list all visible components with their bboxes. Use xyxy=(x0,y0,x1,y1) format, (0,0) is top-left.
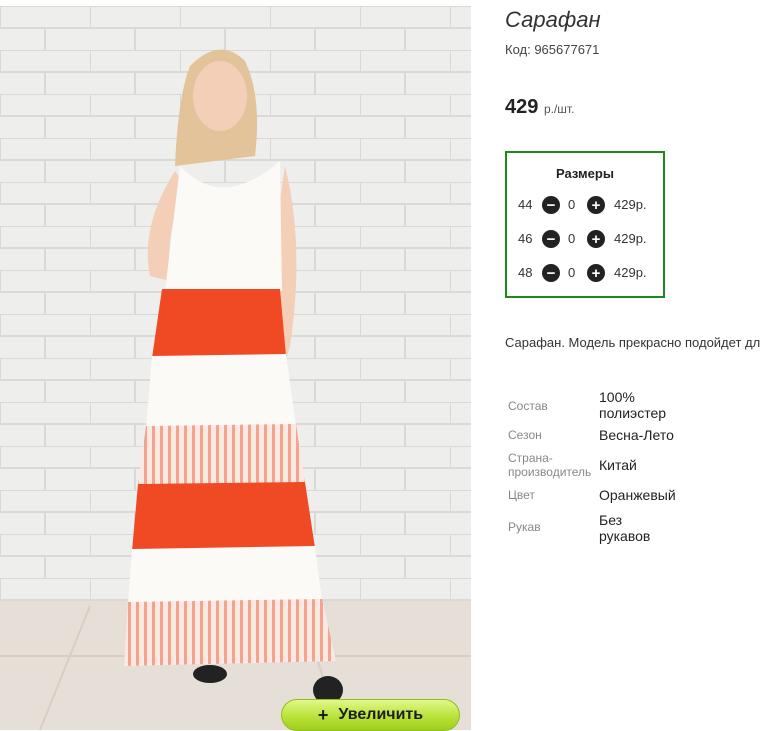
property-label: Состав xyxy=(508,399,548,413)
property-label: Страна-производитель xyxy=(508,451,592,479)
product-photo[interactable] xyxy=(0,6,471,730)
minus-icon[interactable]: − xyxy=(542,264,560,282)
property-value: Весна-Лето xyxy=(599,427,674,443)
product-price: 429 р./шт. xyxy=(505,96,574,119)
plus-icon[interactable]: + xyxy=(587,230,605,248)
property-value: Китай xyxy=(599,457,637,473)
plus-icon: + xyxy=(317,704,329,725)
property-value: 100% полиэстер xyxy=(599,389,667,421)
minus-icon[interactable]: − xyxy=(542,230,560,248)
zoom-button[interactable]: + Увеличить xyxy=(281,699,460,731)
property-label: Рукав xyxy=(508,520,541,534)
size-row: 46 − 0 + 429р. xyxy=(507,229,663,249)
size-price: 429р. xyxy=(614,197,647,212)
model-photo-image xyxy=(0,6,471,730)
quantity-value: 0 xyxy=(568,197,576,212)
product-title: Сарафан xyxy=(505,7,601,32)
minus-icon[interactable]: − xyxy=(542,196,560,214)
property-label: Цвет xyxy=(508,488,535,502)
size-row: 44 − 0 + 429р. xyxy=(507,195,663,215)
size-row: 48 − 0 + 429р. xyxy=(507,263,663,283)
price-value: 429 xyxy=(505,96,539,118)
sizes-title: Размеры xyxy=(556,166,614,181)
plus-icon[interactable]: + xyxy=(587,196,605,214)
product-description: Сарафан. Модель прекрасно подойдет дл xyxy=(505,335,761,350)
zoom-button-label: Увеличить xyxy=(338,706,424,723)
product-code: Код: 965677671 xyxy=(505,42,600,57)
sizes-box: Размеры 44 − 0 + 429р. 46 − 0 + 429р. 48… xyxy=(505,151,665,298)
quantity-value: 0 xyxy=(568,231,576,246)
size-price: 429р. xyxy=(614,231,647,246)
quantity-value: 0 xyxy=(568,265,576,280)
price-unit: р./шт. xyxy=(543,102,575,116)
size-label: 46 xyxy=(518,231,533,246)
property-value: Оранжевый xyxy=(599,487,676,503)
size-price: 429р. xyxy=(614,265,647,280)
size-label: 44 xyxy=(518,197,533,212)
property-label: Сезон xyxy=(508,428,542,442)
property-value: Без рукавов xyxy=(599,512,651,544)
size-label: 48 xyxy=(518,265,533,280)
plus-icon[interactable]: + xyxy=(587,264,605,282)
